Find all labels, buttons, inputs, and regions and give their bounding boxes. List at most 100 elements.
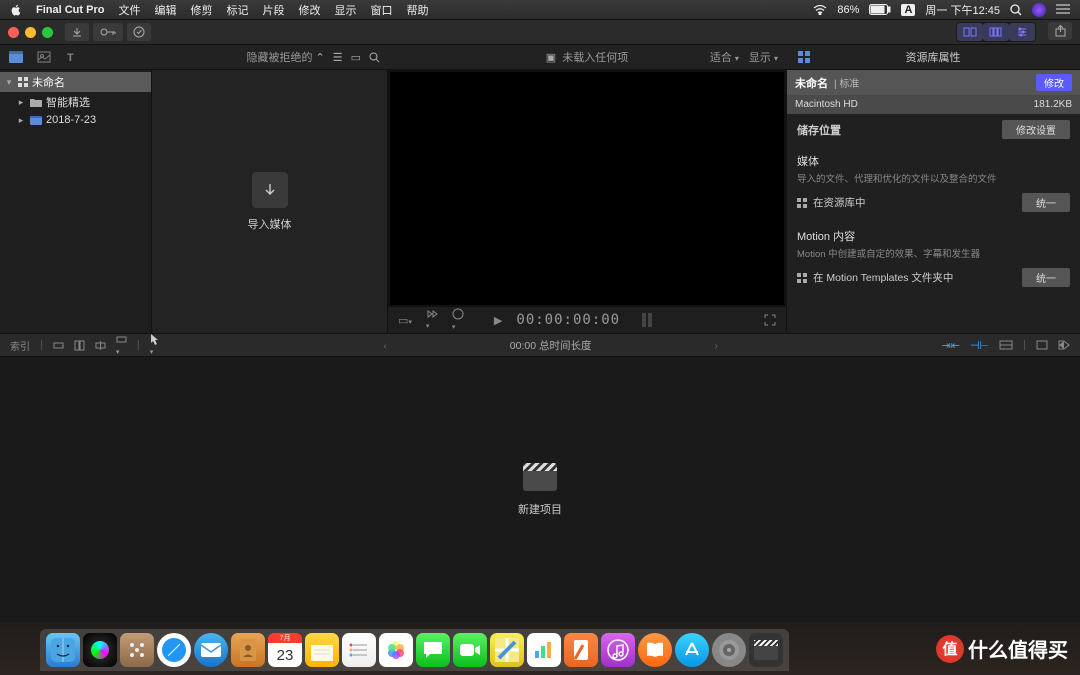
layout-dual-button[interactable] — [983, 23, 1009, 41]
library-name: 未命名 — [32, 74, 65, 90]
transform-dropdown[interactable]: ▭▾ — [398, 314, 412, 327]
titles-tab-icon[interactable]: T — [64, 50, 80, 64]
media-title: 媒体 — [797, 153, 1070, 169]
wifi-icon[interactable] — [813, 5, 827, 15]
keyword-button[interactable] — [93, 23, 123, 41]
snap-icon[interactable]: ⇥⇤ — [942, 339, 960, 352]
battery-percent[interactable]: 86% — [837, 4, 859, 16]
siri-icon[interactable] — [1032, 3, 1046, 17]
tl-tool-3-icon[interactable] — [95, 340, 106, 351]
menu-file[interactable]: 文件 — [118, 2, 140, 18]
mail-icon[interactable] — [194, 633, 228, 667]
display-dropdown[interactable]: 显示 ▾ — [749, 49, 778, 65]
finder-icon[interactable] — [46, 633, 80, 667]
inspector-panel: 未命名 | 标准 修改 Macintosh HD 181.2KB 储存位置 修改… — [786, 70, 1080, 333]
modify-button[interactable]: 修改 — [1036, 74, 1072, 91]
select-tool-icon[interactable]: ▾ — [150, 333, 160, 357]
tl-tool-4-icon[interactable]: ▾ — [116, 334, 127, 357]
fullscreen-viewer-icon[interactable] — [764, 314, 776, 326]
menu-help[interactable]: 帮助 — [406, 2, 428, 18]
photos-icon[interactable] — [379, 633, 413, 667]
fcpx-icon[interactable] — [749, 633, 783, 667]
retime-dropdown[interactable]: ▾ — [426, 309, 438, 331]
library-root[interactable]: ▾ 未命名 — [0, 72, 151, 92]
menu-trim[interactable]: 修剪 — [190, 2, 212, 18]
sidebar-event[interactable]: ▸ 2018-7-23 — [0, 112, 151, 128]
maps-icon[interactable] — [490, 633, 524, 667]
menu-edit[interactable]: 编辑 — [154, 2, 176, 18]
launchpad-icon[interactable] — [120, 633, 154, 667]
transitions-icon[interactable] — [1058, 340, 1070, 350]
close-button[interactable] — [8, 27, 19, 38]
new-project-icon[interactable] — [523, 463, 557, 491]
inspector-tab-icon[interactable] — [796, 50, 812, 64]
app-name[interactable]: Final Cut Pro — [36, 4, 104, 16]
background-tasks-button[interactable] — [127, 23, 151, 41]
skimming-icon[interactable]: ⊣⊢ — [970, 339, 989, 352]
layout-inspector-button[interactable] — [1009, 23, 1035, 41]
safari-icon[interactable] — [157, 633, 191, 667]
share-button[interactable] — [1048, 22, 1072, 40]
input-source-icon[interactable]: A — [901, 4, 915, 16]
filter-dropdown[interactable]: 隐藏被拒绝的⌃ — [247, 49, 325, 65]
play-button[interactable]: ▶ — [494, 314, 502, 327]
ibooks-icon[interactable] — [638, 633, 672, 667]
disclosure-icon[interactable]: ▸ — [16, 115, 26, 126]
pages-icon[interactable] — [564, 633, 598, 667]
library-std-label: | 标准 — [834, 75, 859, 90]
itunes-icon[interactable] — [601, 633, 635, 667]
messages-icon[interactable] — [416, 633, 450, 667]
menu-modify[interactable]: 修改 — [298, 2, 320, 18]
clip-appearance-icon[interactable] — [999, 340, 1013, 350]
settings-icon[interactable] — [712, 633, 746, 667]
reminders-icon[interactable] — [342, 633, 376, 667]
folder-icon — [30, 98, 42, 107]
menu-window[interactable]: 窗口 — [370, 2, 392, 18]
storage-settings-button[interactable]: 修改设置 — [1002, 120, 1070, 139]
import-media-button[interactable] — [252, 172, 288, 208]
notes-icon[interactable] — [305, 633, 339, 667]
battery-icon[interactable] — [869, 4, 891, 15]
grid-view-icon[interactable]: ☰ — [333, 51, 343, 64]
menu-clip[interactable]: 片段 — [262, 2, 284, 18]
facetime-icon[interactable] — [453, 633, 487, 667]
media-browser[interactable]: 导入媒体 — [152, 70, 388, 333]
viewer-canvas[interactable] — [390, 72, 784, 305]
index-button[interactable]: 索引 — [10, 338, 30, 353]
libraries-tab-icon[interactable] — [8, 50, 24, 64]
sidebar-smart-collection[interactable]: ▸ 智能精选 — [0, 92, 151, 112]
enhance-dropdown[interactable]: ▾ — [452, 308, 464, 332]
disclosure-icon[interactable]: ▸ — [16, 97, 26, 108]
contacts-icon[interactable] — [231, 633, 265, 667]
appstore-icon[interactable] — [675, 633, 709, 667]
clock[interactable]: 周一 下午12:45 — [925, 2, 1000, 18]
watermark-icon: 值 — [936, 635, 964, 663]
import-button[interactable] — [65, 23, 89, 41]
timeline-area[interactable]: 新建项目 — [0, 357, 1080, 622]
fullscreen-button[interactable] — [42, 27, 53, 38]
storage-title: 储存位置 — [797, 122, 841, 138]
disclosure-icon[interactable]: ▾ — [4, 77, 14, 88]
effects-icon[interactable] — [1036, 340, 1048, 350]
tl-tool-1-icon[interactable] — [53, 340, 64, 351]
notification-center-icon[interactable] — [1056, 4, 1070, 15]
tl-tool-2-icon[interactable] — [74, 340, 85, 351]
media-location: 在资源库中 — [813, 195, 866, 210]
numbers-icon[interactable] — [527, 633, 561, 667]
timecode-display[interactable]: 00:00:00:00 — [516, 312, 620, 328]
spotlight-icon[interactable] — [1010, 4, 1022, 16]
menu-mark[interactable]: 标记 — [226, 2, 248, 18]
filmstrip-icon[interactable]: ▭ — [351, 51, 361, 64]
minimize-button[interactable] — [25, 27, 36, 38]
photos-tab-icon[interactable] — [36, 50, 52, 64]
media-desc: 导入的文件、代理和优化的文件以及整合的文件 — [797, 171, 1070, 185]
siri-dock-icon[interactable] — [83, 633, 117, 667]
menu-view[interactable]: 显示 — [334, 2, 356, 18]
fit-dropdown[interactable]: 适合 ▾ — [710, 49, 739, 65]
unify-button[interactable]: 统一 — [1022, 193, 1070, 212]
layout-default-button[interactable] — [957, 23, 983, 41]
apple-menu-icon[interactable] — [10, 4, 22, 16]
search-icon[interactable] — [369, 52, 380, 63]
unify-button-2[interactable]: 统一 — [1022, 268, 1070, 287]
calendar-icon[interactable]: 7月23 — [268, 633, 302, 667]
